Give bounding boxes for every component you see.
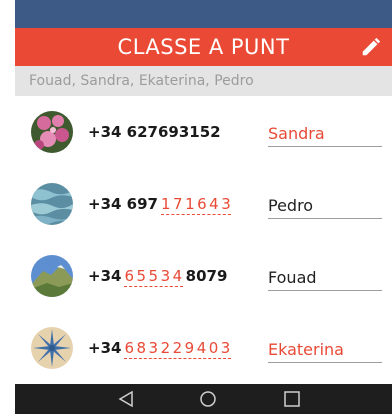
phone-number: +34 65534 8079 [88,267,228,287]
app-header: CLASSE A PUNT [15,28,392,66]
recents-square-icon[interactable] [281,388,303,410]
contact-name-field[interactable]: Ekaterina [268,336,382,363]
page-title: CLASSE A PUNT [117,35,290,59]
handwritten-digits[interactable]: 171643 [160,195,233,215]
contact-list: +34 627693152 Sandra +34 697 171643 Pedr… [15,96,392,384]
phone-prefix: +34 627693152 [88,123,221,141]
contact-row[interactable]: +34 627693152 Sandra [15,102,392,162]
pencil-icon[interactable] [360,36,382,58]
contact-row[interactable]: +34 683229403 Ekaterina [15,318,392,378]
handwritten-digits[interactable]: 683229403 [124,339,232,359]
phone-suffix: 8079 [185,267,228,285]
navigation-bar [15,384,392,414]
contact-row[interactable]: +34 697 171643 Pedro [15,174,392,234]
avatar [31,327,73,369]
phone-number: +34 697 171643 [88,195,233,215]
avatar [31,111,73,153]
phone-number: +34 627693152 [88,123,221,141]
phone-prefix: +34 [88,339,122,357]
phone-prefix: +34 697 [88,195,158,213]
back-triangle-icon[interactable] [115,388,137,410]
phone-number: +34 683229403 [88,339,233,359]
contact-name-field[interactable]: Sandra [268,120,382,147]
status-bar [15,0,392,28]
contact-name-field[interactable]: Pedro [268,192,382,219]
contact-row[interactable]: +34 65534 8079 Fouad [15,246,392,306]
members-subtitle: Fouad, Sandra, Ekaterina, Pedro [15,66,392,96]
home-circle-icon[interactable] [197,388,219,410]
avatar [31,255,73,297]
handwritten-digits[interactable]: 65534 [124,267,184,287]
phone-prefix: +34 [88,267,122,285]
contact-name-field[interactable]: Fouad [268,264,382,291]
avatar [31,183,73,225]
